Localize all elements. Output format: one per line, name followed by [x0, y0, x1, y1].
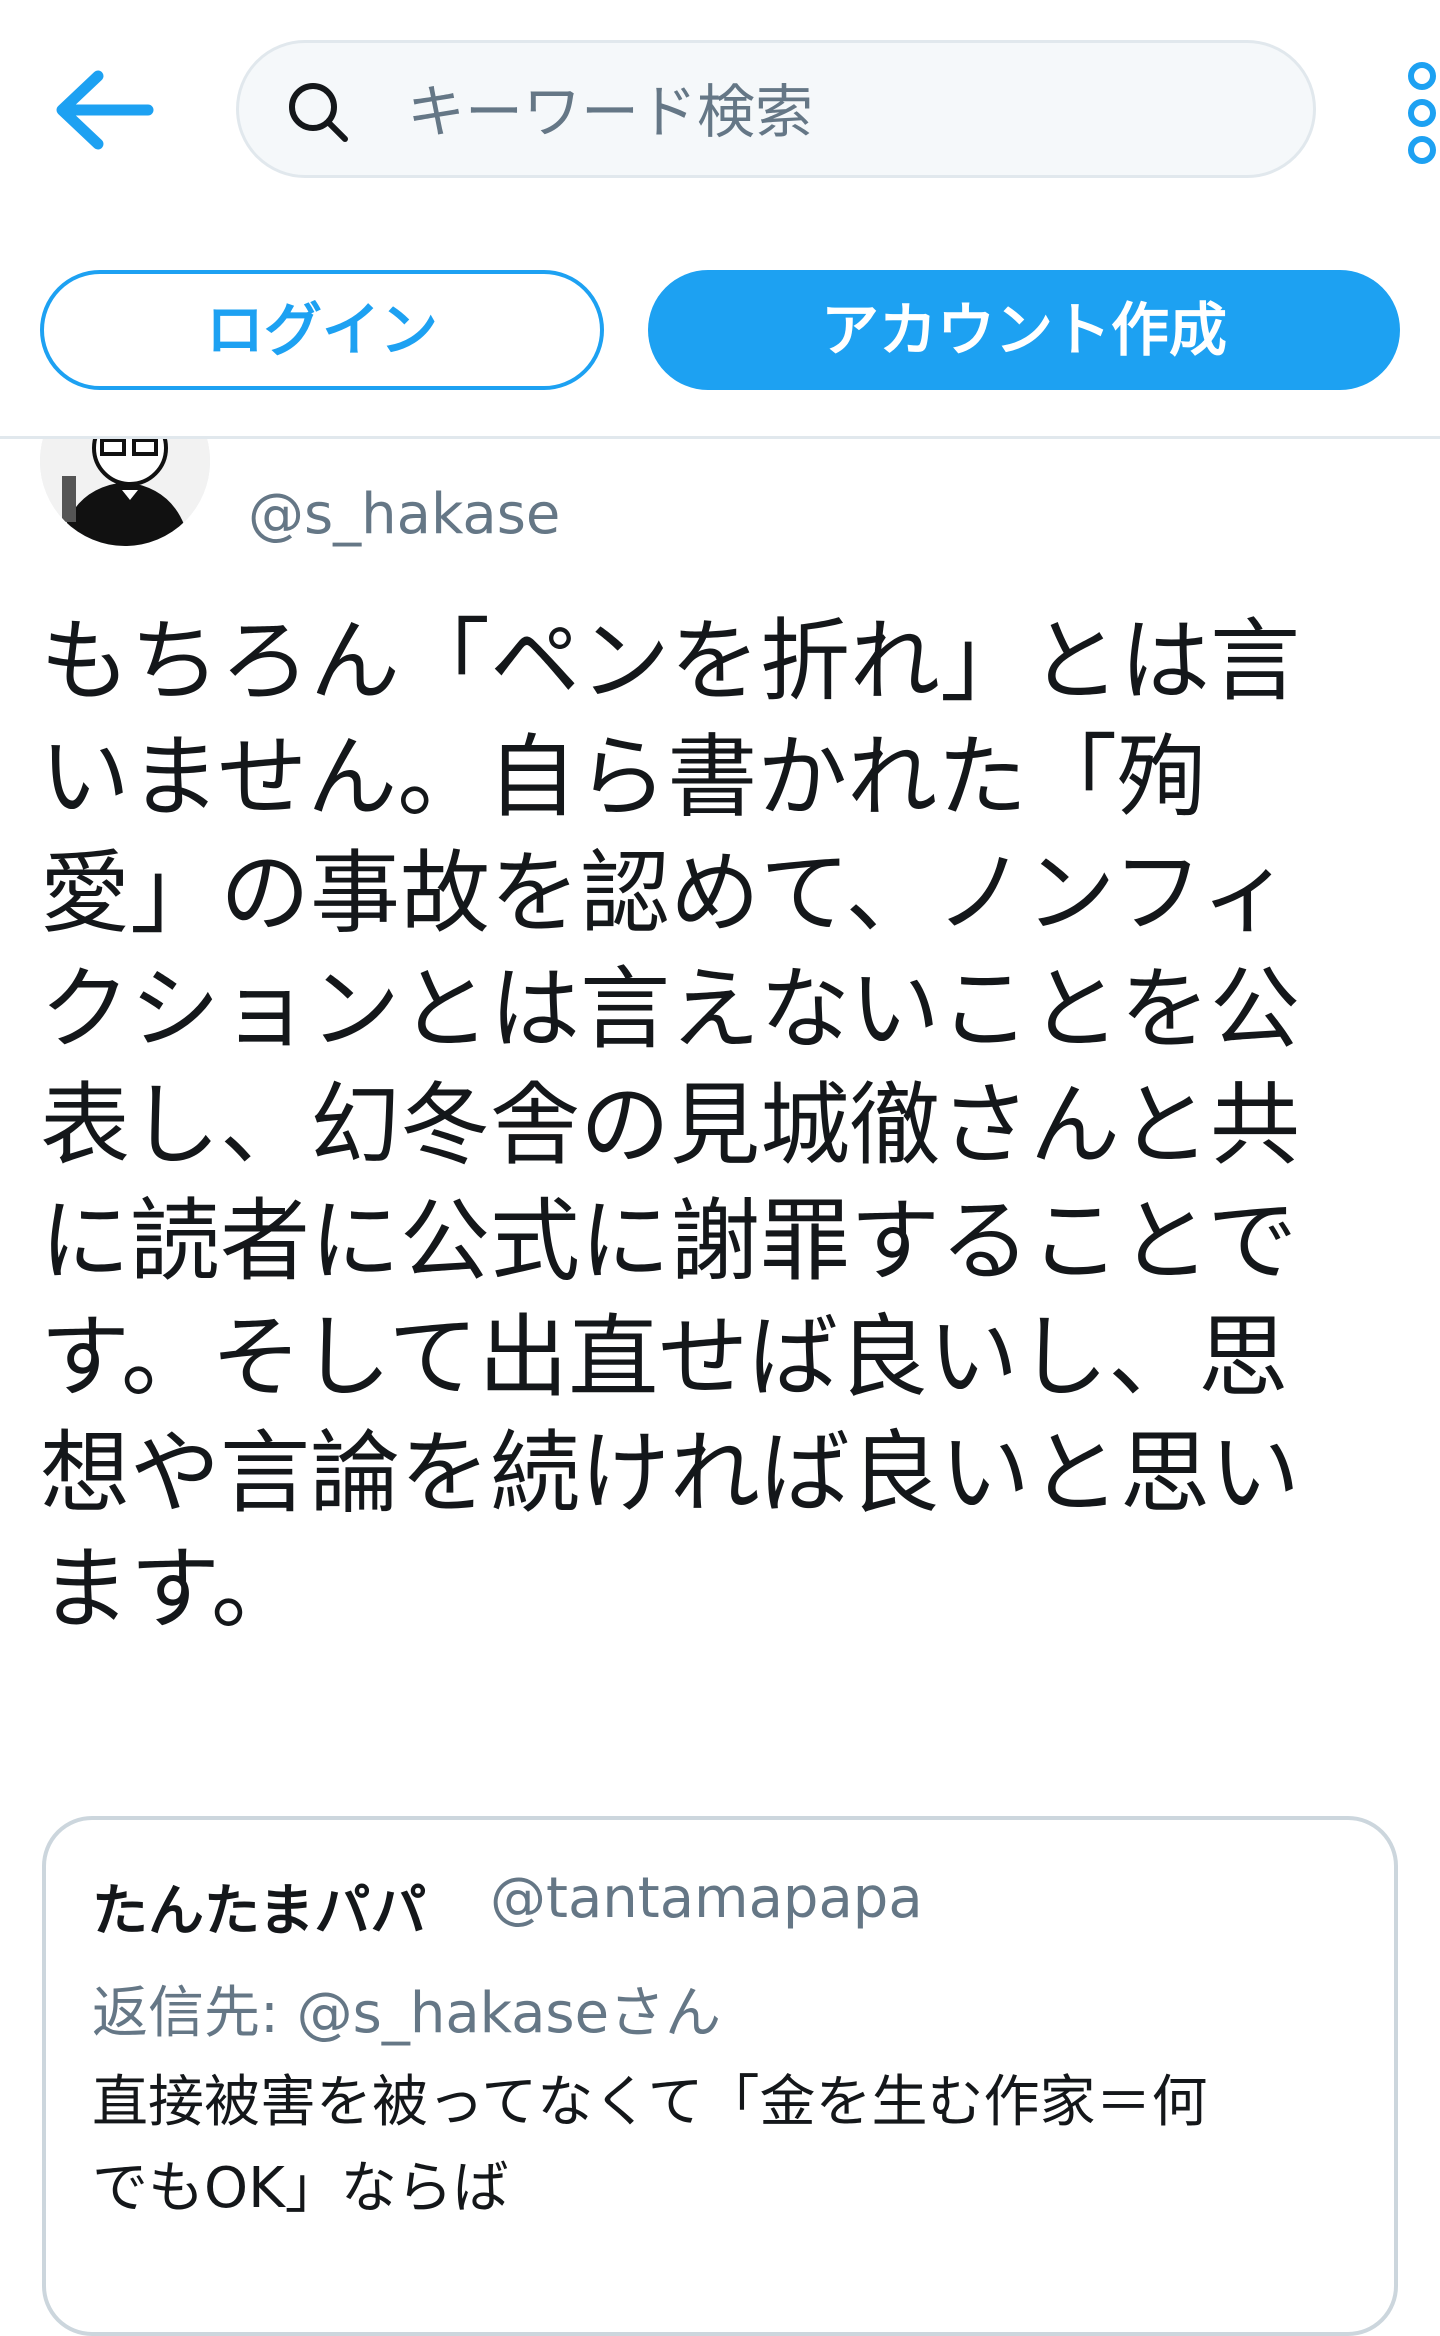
author-handle[interactable]: @s_hakase [248, 480, 560, 550]
back-arrow-icon[interactable] [48, 60, 158, 160]
quoted-author-name: たんたまパパ [92, 1879, 427, 1944]
tweet-text: もちろん「ペンを折れ」とは言 いません。自ら書かれた「殉 愛」の事故を認めて、ノ… [40, 609, 1300, 1642]
tweet-author: @s_hakase [0, 376, 1440, 586]
quoted-author-handle: @tantamapapa [490, 1866, 923, 1931]
search-placeholder: キーワード検索 [407, 78, 814, 146]
search-icon [289, 83, 348, 142]
create-account-button[interactable]: アカウント作成 [648, 270, 1400, 390]
quoted-tweet[interactable]: たんたまパパ @tantamapapa 返信先: @s_hakaseさん 直接被… [42, 1816, 1398, 2336]
top-bar: キーワード検索 ログイン アカウント作成 [0, 0, 1440, 439]
search-bar[interactable]: キーワード検索 [236, 40, 1316, 178]
quoted-tweet-text: 直接被害を被ってなくて「金を生む作家＝何 でもOK」ならば [92, 2070, 1208, 2221]
reply-to-label: 返信先: @s_hakaseさん [92, 1981, 722, 2046]
more-options-icon[interactable] [1400, 58, 1440, 168]
login-button[interactable]: ログイン [40, 270, 604, 390]
